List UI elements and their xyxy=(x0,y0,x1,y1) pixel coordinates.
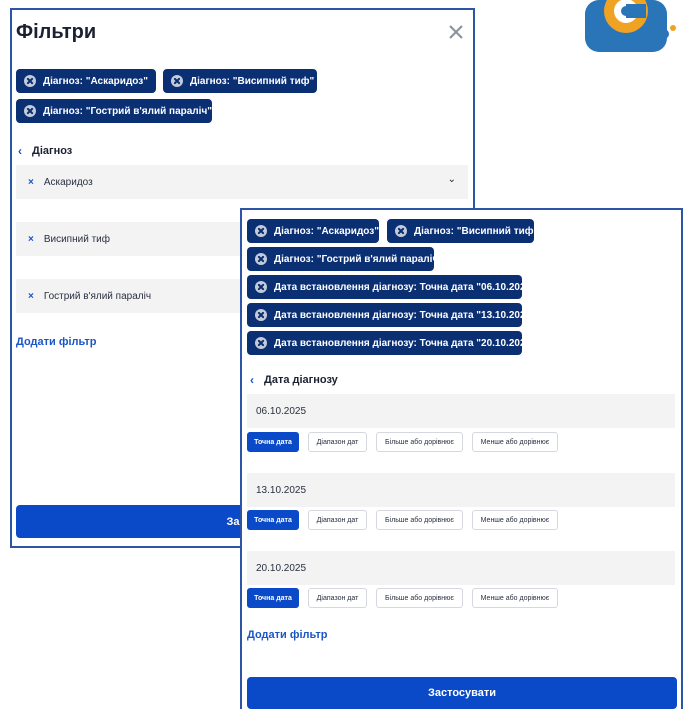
section-title: Діагноз xyxy=(32,145,73,157)
chevron-left-icon[interactable]: ‹ xyxy=(250,373,254,387)
remove-chip-icon[interactable] xyxy=(255,281,267,293)
date-value: 20.10.2025 xyxy=(256,562,307,574)
diagnosis-value: Аскаридоз xyxy=(43,176,93,188)
filter-chip[interactable]: Діагноз: "Гострий в'ялий параліч" xyxy=(16,99,212,123)
section-title: Дата діагнозу xyxy=(264,374,338,386)
mode-less-or-equal[interactable]: Менше або дорівнює xyxy=(472,588,558,608)
mode-greater-or-equal[interactable]: Більше або дорівнює xyxy=(376,510,463,530)
diagnosis-select-row[interactable]: × Гострий в'ялий параліч xyxy=(16,279,246,313)
diagnosis-select-row[interactable]: × Висипний тиф xyxy=(16,222,246,256)
chip-label: Дата встановлення діагнозу: Точна дата "… xyxy=(274,337,536,349)
remove-chip-icon[interactable] xyxy=(255,337,267,349)
date-value: 13.10.2025 xyxy=(256,484,307,496)
date-input[interactable]: 13.10.2025 xyxy=(247,473,675,507)
mode-greater-or-equal[interactable]: Більше або дорівнює xyxy=(376,588,463,608)
mode-exact-date[interactable]: Точна дата xyxy=(247,588,299,608)
remove-chip-icon[interactable] xyxy=(24,105,36,117)
mode-less-or-equal[interactable]: Менше або дорівнює xyxy=(472,432,558,452)
chip-label: Діагноз: "Висипний тиф" xyxy=(190,75,315,87)
panel-title: Фільтри xyxy=(16,21,97,43)
filter-chip[interactable]: Діагноз: "Висипний тиф" xyxy=(163,69,317,93)
chip-label: Дата встановлення діагнозу: Точна дата "… xyxy=(274,281,536,293)
section-back-header[interactable]: ‹ Дата діагнозу xyxy=(250,373,338,387)
filter-chip[interactable]: Діагноз: "Гострий в'ялий параліч" xyxy=(247,247,443,271)
remove-chip-icon[interactable] xyxy=(255,309,267,321)
diagnosis-value: Гострий в'ялий параліч xyxy=(43,290,152,302)
add-filter-link[interactable]: Додати фільтр xyxy=(16,336,96,348)
section-back-header[interactable]: ‹ Діагноз xyxy=(18,144,72,158)
remove-chip-icon[interactable] xyxy=(171,75,183,87)
diagnosis-value: Висипний тиф xyxy=(43,233,110,245)
remove-chip-icon[interactable] xyxy=(255,225,267,237)
filter-chip[interactable]: Дата встановлення діагнозу: Точна дата "… xyxy=(247,303,536,327)
remove-value-icon[interactable]: × xyxy=(28,291,34,302)
chip-label: Діагноз: "Гострий в'ялий параліч" xyxy=(274,253,443,265)
chip-label: Діагноз: "Аскаридоз" xyxy=(274,225,379,237)
logo-icon xyxy=(585,0,676,52)
mode-exact-date[interactable]: Точна дата xyxy=(247,432,299,452)
date-input[interactable]: 20.10.2025 xyxy=(247,551,675,585)
date-value: 06.10.2025 xyxy=(256,405,307,417)
remove-value-icon[interactable]: × xyxy=(28,234,34,245)
chevron-down-icon[interactable]: ⌄ xyxy=(448,174,456,185)
close-icon[interactable] xyxy=(446,22,466,42)
remove-chip-icon[interactable] xyxy=(255,253,267,265)
chip-label: Діагноз: "Аскаридоз" xyxy=(43,75,148,87)
date-input[interactable]: 06.10.2025 xyxy=(247,394,675,428)
remove-value-icon[interactable]: × xyxy=(28,177,34,188)
filter-chip[interactable]: Дата встановлення діагнозу: Точна дата "… xyxy=(247,275,536,299)
mode-date-range[interactable]: Діапазон дат xyxy=(308,588,367,608)
mode-less-or-equal[interactable]: Менше або дорівнює xyxy=(472,510,558,530)
apply-button-label: Застосувати xyxy=(427,687,497,699)
filter-chip[interactable]: Діагноз: "Аскаридоз" xyxy=(247,219,379,243)
chevron-left-icon[interactable]: ‹ xyxy=(18,144,22,158)
filter-chip[interactable]: Діагноз: "Аскаридоз" xyxy=(16,69,156,93)
mode-exact-date[interactable]: Точна дата xyxy=(247,510,299,530)
apply-button[interactable]: Застосувати xyxy=(247,677,677,709)
add-filter-link[interactable]: Додати фільтр xyxy=(247,629,327,641)
mode-date-range[interactable]: Діапазон дат xyxy=(308,510,367,530)
date-filter-panel: Діагноз: "Аскаридоз" Діагноз: "Висипний … xyxy=(240,208,683,709)
filter-chip[interactable]: Дата встановлення діагнозу: Точна дата "… xyxy=(247,331,536,355)
chip-label: Діагноз: "Висипний тиф" xyxy=(414,225,539,237)
mode-greater-or-equal[interactable]: Більше або дорівнює xyxy=(376,432,463,452)
remove-chip-icon[interactable] xyxy=(395,225,407,237)
chip-label: Дата встановлення діагнозу: Точна дата "… xyxy=(274,309,536,321)
filter-chip[interactable]: Діагноз: "Висипний тиф" xyxy=(387,219,538,243)
diagnosis-select-row[interactable]: × Аскаридоз ⌄ xyxy=(16,165,468,199)
remove-chip-icon[interactable] xyxy=(24,75,36,87)
mode-date-range[interactable]: Діапазон дат xyxy=(308,432,367,452)
chip-label: Діагноз: "Гострий в'ялий параліч" xyxy=(43,105,212,117)
